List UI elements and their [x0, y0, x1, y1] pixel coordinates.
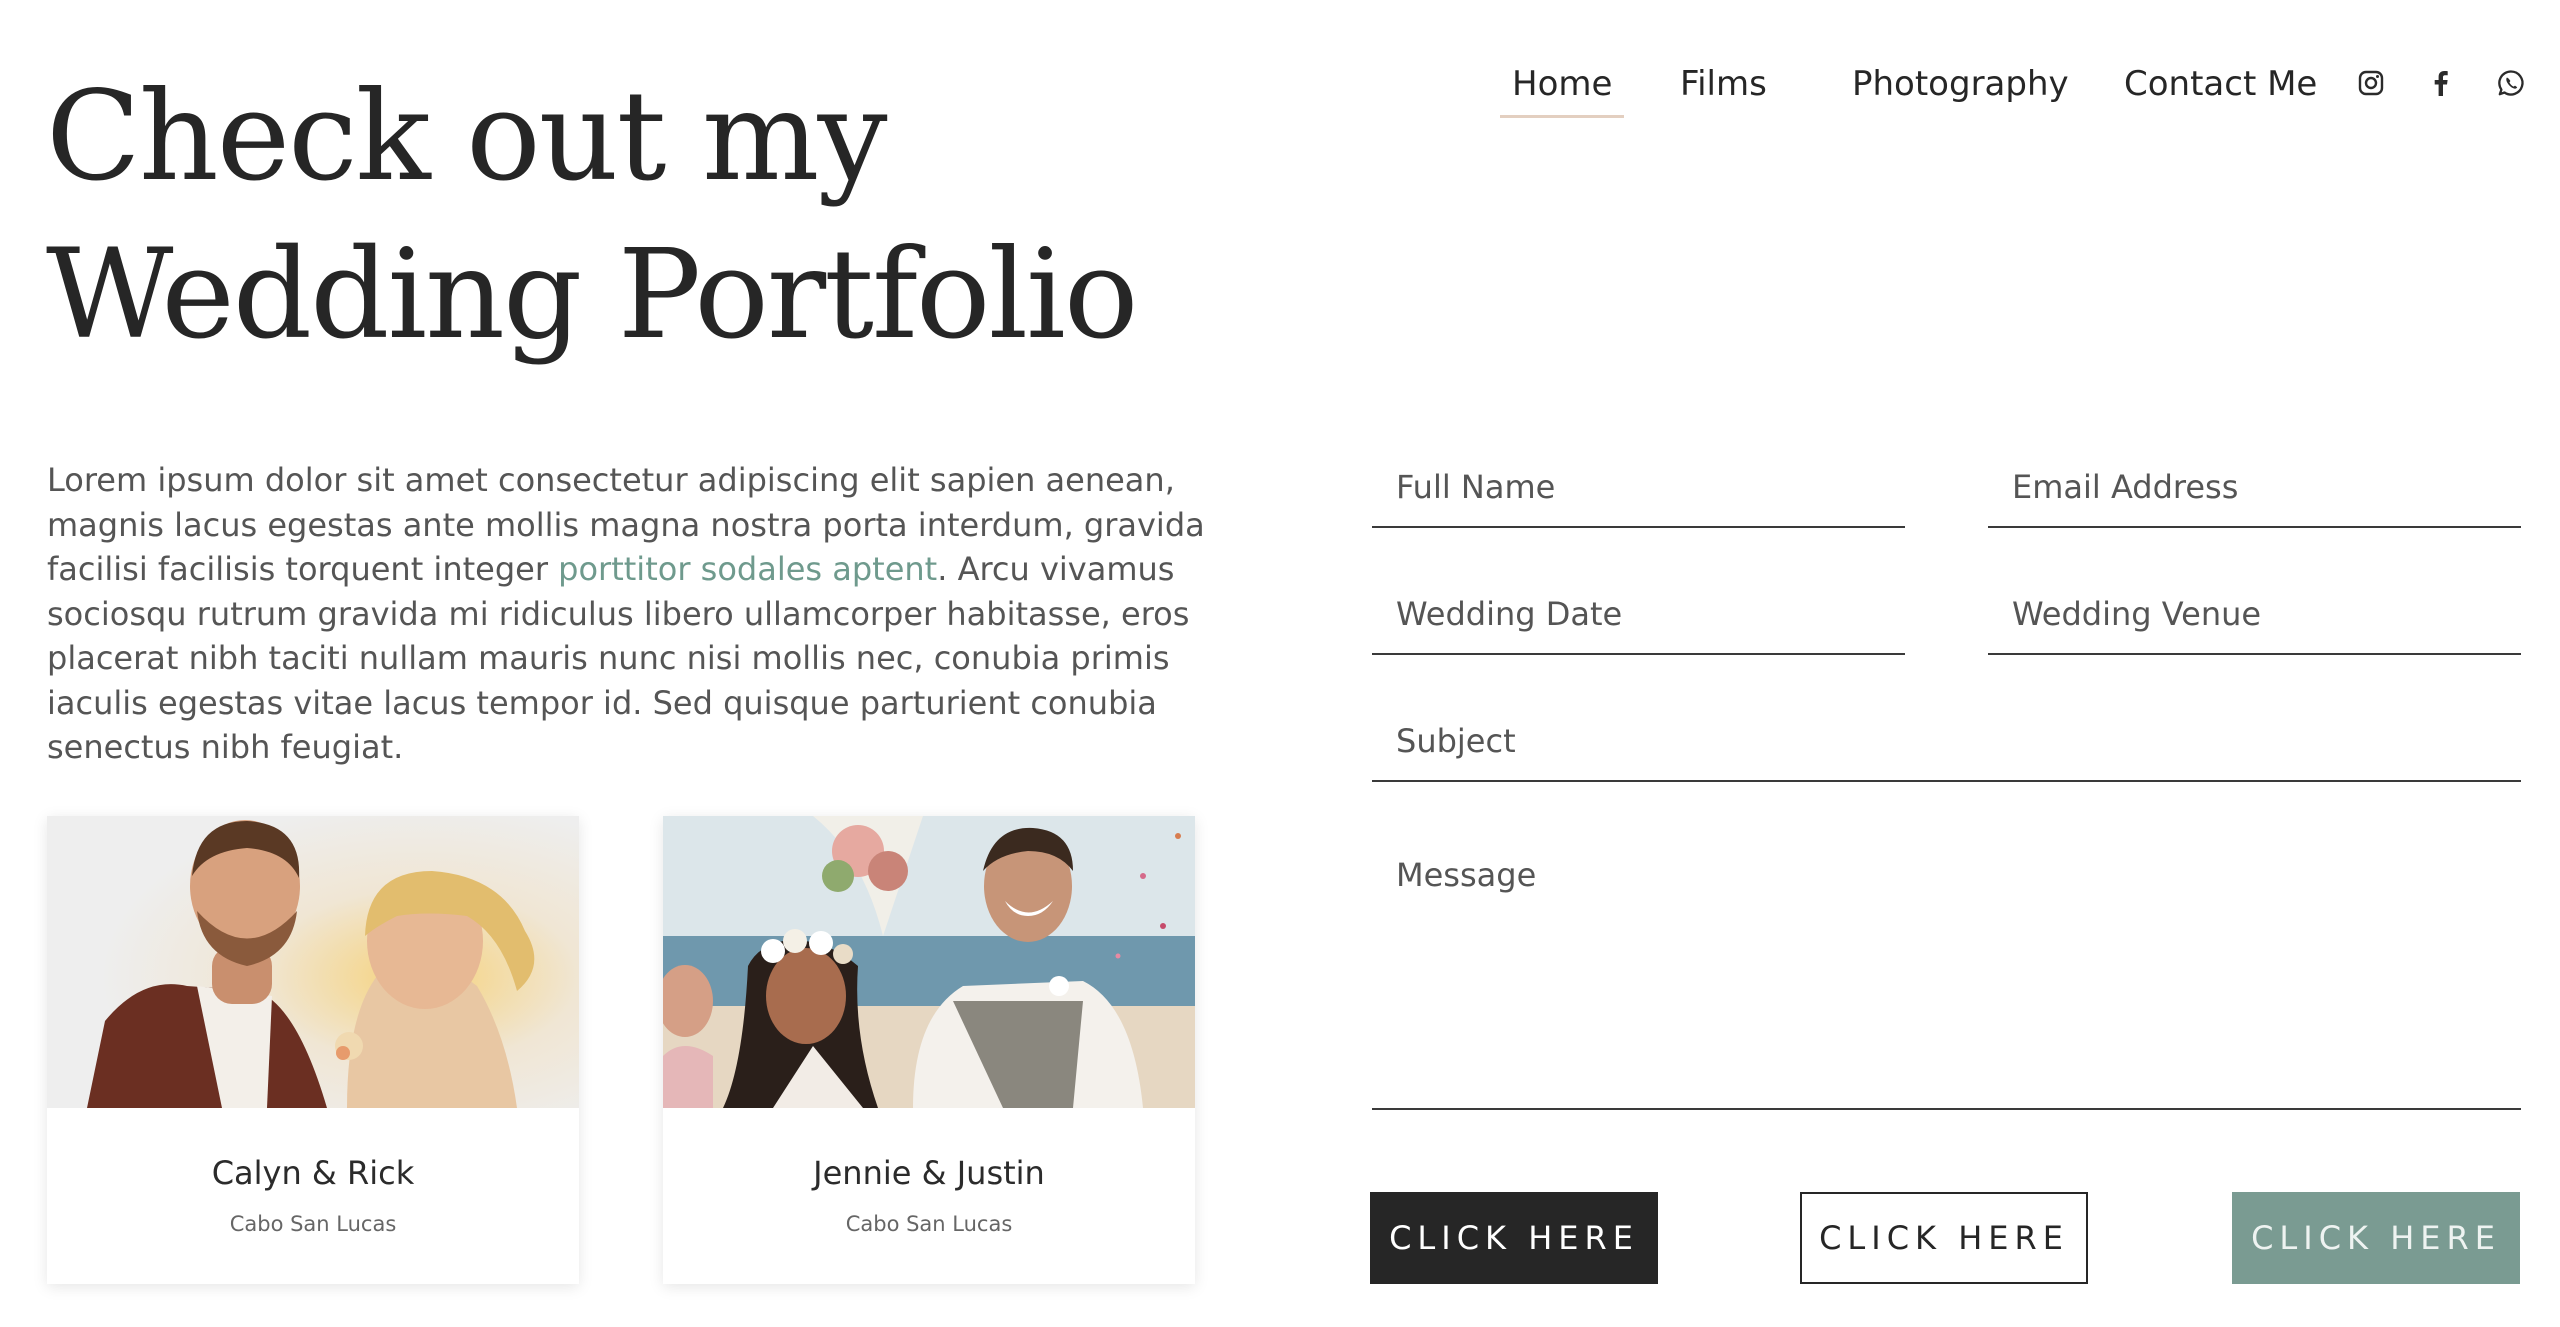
nav-films[interactable]: Films [1668, 60, 1779, 108]
intro-link[interactable]: porttitor sodales aptent [558, 550, 937, 588]
card-location: Cabo San Lucas [229, 1212, 397, 1236]
message-field[interactable]: Message [1372, 838, 2521, 1110]
portfolio-card-calyn-rick[interactable]: Calyn & Rick Cabo San Lucas [47, 816, 579, 1284]
click-here-button-outline[interactable]: CLICK HERE [1800, 1192, 2088, 1284]
full-name-field[interactable]: Full Name [1372, 458, 1905, 528]
page-title-line-1: Check out my [46, 65, 888, 209]
portfolio-card-jennie-justin[interactable]: Jennie & Justin Cabo San Lucas [663, 816, 1195, 1284]
card-location: Cabo San Lucas [845, 1212, 1013, 1236]
wedding-venue-placeholder: Wedding Venue [2012, 595, 2262, 633]
page-title: Check out my Wedding Portfolio [46, 58, 1146, 374]
subject-field[interactable]: Subject [1372, 712, 2521, 782]
wedding-venue-field[interactable]: Wedding Venue [1988, 585, 2521, 655]
instagram-icon[interactable] [2356, 68, 2386, 98]
nav-contact-me[interactable]: Contact Me [2112, 60, 2329, 108]
email-placeholder: Email Address [2012, 468, 2239, 506]
message-placeholder: Message [1396, 856, 1537, 894]
page-title-line-2: Wedding Portfolio [46, 223, 1138, 367]
wedding-date-field[interactable]: Wedding Date [1372, 585, 1905, 655]
couple-photo-jennie-justin [663, 816, 1195, 1108]
facebook-icon[interactable] [2426, 68, 2456, 98]
couple-photo-calyn-rick [47, 816, 579, 1108]
card-couple-names: Jennie & Justin [813, 1154, 1045, 1192]
nav-photography[interactable]: Photography [1840, 60, 2081, 108]
email-field[interactable]: Email Address [1988, 458, 2521, 528]
click-here-button-dark[interactable]: CLICK HERE [1370, 1192, 1658, 1284]
wedding-date-placeholder: Wedding Date [1396, 595, 1623, 633]
nav-home[interactable]: Home [1500, 60, 1625, 118]
click-here-button-sage[interactable]: CLICK HERE [2232, 1192, 2520, 1284]
card-couple-names: Calyn & Rick [211, 1154, 415, 1192]
subject-placeholder: Subject [1396, 722, 1516, 760]
intro-paragraph: Lorem ipsum dolor sit amet consectetur a… [47, 458, 1217, 770]
full-name-placeholder: Full Name [1396, 468, 1556, 506]
whatsapp-icon[interactable] [2496, 68, 2526, 98]
